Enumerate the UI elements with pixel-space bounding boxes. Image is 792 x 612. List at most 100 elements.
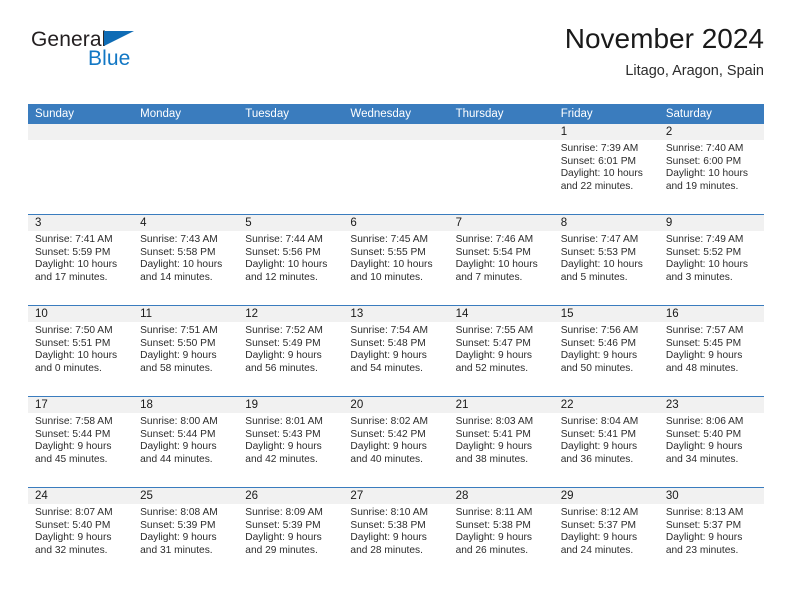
calendar-day-cell[interactable]: 17 Sunrise: 7:58 AM Sunset: 5:44 PM Dayligh… xyxy=(28,396,134,488)
calendar-day-cell[interactable] xyxy=(343,124,449,215)
daylight-text: Daylight: 10 hours and 12 minutes. xyxy=(245,259,328,283)
daylight-text: Daylight: 9 hours and 28 minutes. xyxy=(350,532,427,556)
day-number: 23 xyxy=(658,397,764,413)
day-cell-content: 19 Sunrise: 8:01 AM Sunset: 5:43 PM Dayligh… xyxy=(238,397,344,487)
weekday-header-thursday: Thursday xyxy=(448,104,554,124)
day-number xyxy=(28,124,134,140)
calendar-day-cell[interactable]: 12 Sunrise: 7:52 AM Sunset: 5:49 PM Dayligh… xyxy=(238,305,344,397)
day-cell-content: 6 Sunrise: 7:45 AM Sunset: 5:55 PM Daylight… xyxy=(343,215,449,305)
general-blue-logo[interactable]: General Blue xyxy=(28,28,158,80)
sunset-text: Sunset: 5:48 PM xyxy=(350,337,426,349)
page-subtitle: Litago, Aragon, Spain xyxy=(625,63,764,79)
sunset-text: Sunset: 5:49 PM xyxy=(245,337,321,349)
day-number xyxy=(238,124,344,140)
day-cell-content: 3 Sunrise: 7:41 AM Sunset: 5:59 PM Daylight… xyxy=(28,215,134,305)
calendar-day-cell[interactable]: 11 Sunrise: 7:51 AM Sunset: 5:50 PM Dayligh… xyxy=(133,305,239,397)
calendar-day-cell[interactable] xyxy=(133,124,239,215)
daylight-text: Daylight: 10 hours and 0 minutes. xyxy=(35,350,118,374)
calendar-day-cell[interactable]: 19 Sunrise: 8:01 AM Sunset: 5:43 PM Dayligh… xyxy=(238,396,344,488)
calendar-day-cell[interactable] xyxy=(448,124,554,215)
calendar-day-cell[interactable] xyxy=(28,124,134,215)
day-details: Sunrise: 7:56 AM Sunset: 5:46 PM Daylight:… xyxy=(554,322,659,375)
day-cell-content: 11 Sunrise: 7:51 AM Sunset: 5:50 PM Dayligh… xyxy=(133,306,239,396)
calendar-day-cell[interactable]: 30 Sunrise: 8:13 AM Sunset: 5:37 PM Dayligh… xyxy=(658,487,764,578)
calendar-day-cell[interactable]: 1 Sunrise: 7:39 AM Sunset: 6:01 PM Daylight… xyxy=(553,124,659,215)
sunrise-text: Sunrise: 7:49 AM xyxy=(665,234,744,245)
sunset-text: Sunset: 5:53 PM xyxy=(560,246,637,258)
day-cell-content: 5 Sunrise: 7:44 AM Sunset: 5:56 PM Daylight… xyxy=(238,215,344,305)
day-details: Sunrise: 8:11 AM Sunset: 5:38 PM Daylight:… xyxy=(449,504,554,557)
calendar-day-cell[interactable]: 25 Sunrise: 8:08 AM Sunset: 5:39 PM Dayligh… xyxy=(133,487,239,578)
calendar-day-cell[interactable]: 27 Sunrise: 8:10 AM Sunset: 5:38 PM Dayligh… xyxy=(343,487,449,578)
calendar-day-cell[interactable] xyxy=(238,124,344,215)
sunrise-text: Sunrise: 7:57 AM xyxy=(665,325,744,336)
day-cell-content: 2 Sunrise: 7:40 AM Sunset: 6:00 PM Daylight… xyxy=(658,124,764,214)
calendar-day-cell[interactable]: 29 Sunrise: 8:12 AM Sunset: 5:37 PM Dayligh… xyxy=(553,487,659,578)
daylight-text: Daylight: 9 hours and 40 minutes. xyxy=(350,441,427,465)
calendar-day-cell[interactable]: 21 Sunrise: 8:03 AM Sunset: 5:41 PM Dayligh… xyxy=(448,396,554,488)
calendar-day-cell[interactable]: 6 Sunrise: 7:45 AM Sunset: 5:55 PM Daylight… xyxy=(343,214,449,306)
sunrise-text: Sunrise: 7:55 AM xyxy=(455,325,534,336)
day-cell-content: 29 Sunrise: 8:12 AM Sunset: 5:37 PM Dayligh… xyxy=(553,488,659,578)
calendar-day-cell[interactable]: 18 Sunrise: 8:00 AM Sunset: 5:44 PM Dayligh… xyxy=(133,396,239,488)
daylight-text: Daylight: 10 hours and 7 minutes. xyxy=(455,259,538,283)
daylight-text: Daylight: 9 hours and 29 minutes. xyxy=(245,532,322,556)
day-details: Sunrise: 8:09 AM Sunset: 5:39 PM Daylight:… xyxy=(238,504,343,557)
daylight-text: Daylight: 9 hours and 23 minutes. xyxy=(665,532,743,556)
daylight-text: Daylight: 10 hours and 22 minutes. xyxy=(560,168,643,192)
calendar-day-cell[interactable]: 10 Sunrise: 7:50 AM Sunset: 5:51 PM Dayligh… xyxy=(28,305,134,397)
calendar-day-cell[interactable]: 13 Sunrise: 7:54 AM Sunset: 5:48 PM Dayligh… xyxy=(343,305,449,397)
sunset-text: Sunset: 5:41 PM xyxy=(455,428,531,440)
calendar-day-cell[interactable]: 20 Sunrise: 8:02 AM Sunset: 5:42 PM Dayligh… xyxy=(343,396,449,488)
day-cell-content: 4 Sunrise: 7:43 AM Sunset: 5:58 PM Daylight… xyxy=(133,215,239,305)
day-number: 1 xyxy=(553,124,659,140)
calendar-day-cell[interactable]: 3 Sunrise: 7:41 AM Sunset: 5:59 PM Daylight… xyxy=(28,214,134,306)
weekday-header-row: Sunday Monday Tuesday Wednesday Thursday… xyxy=(28,104,764,124)
sunrise-text: Sunrise: 8:03 AM xyxy=(455,416,534,427)
calendar-day-cell[interactable]: 14 Sunrise: 7:55 AM Sunset: 5:47 PM Dayligh… xyxy=(448,305,554,397)
calendar-day-cell[interactable]: 9 Sunrise: 7:49 AM Sunset: 5:52 PM Daylight… xyxy=(658,214,764,306)
sunrise-text: Sunrise: 8:02 AM xyxy=(350,416,429,427)
day-details: Sunrise: 7:43 AM Sunset: 5:58 PM Daylight:… xyxy=(133,231,238,284)
day-number: 10 xyxy=(28,306,134,322)
calendar-day-cell[interactable]: 7 Sunrise: 7:46 AM Sunset: 5:54 PM Daylight… xyxy=(448,214,554,306)
day-number: 3 xyxy=(28,215,134,231)
calendar-week-row: 10 Sunrise: 7:50 AM Sunset: 5:51 PM Dayligh… xyxy=(28,305,764,397)
day-details: Sunrise: 8:02 AM Sunset: 5:42 PM Daylight:… xyxy=(343,413,448,466)
sunrise-text: Sunrise: 7:54 AM xyxy=(350,325,429,336)
sunrise-text: Sunrise: 8:01 AM xyxy=(245,416,323,427)
sunrise-text: Sunrise: 7:45 AM xyxy=(350,234,429,245)
calendar-day-cell[interactable]: 2 Sunrise: 7:40 AM Sunset: 6:00 PM Daylight… xyxy=(658,124,764,215)
day-number: 16 xyxy=(658,306,764,322)
sunrise-text: Sunrise: 8:06 AM xyxy=(665,416,744,427)
sunset-text: Sunset: 5:41 PM xyxy=(560,428,637,440)
calendar-day-cell[interactable]: 22 Sunrise: 8:04 AM Sunset: 5:41 PM Dayligh… xyxy=(553,396,659,488)
calendar-day-cell[interactable]: 23 Sunrise: 8:06 AM Sunset: 5:40 PM Dayligh… xyxy=(658,396,764,488)
day-details: Sunrise: 8:04 AM Sunset: 5:41 PM Daylight:… xyxy=(554,413,659,466)
day-number: 15 xyxy=(553,306,659,322)
day-details: Sunrise: 7:52 AM Sunset: 5:49 PM Daylight:… xyxy=(238,322,343,375)
day-details: Sunrise: 7:58 AM Sunset: 5:44 PM Daylight:… xyxy=(28,413,133,466)
day-details: Sunrise: 8:10 AM Sunset: 5:38 PM Daylight:… xyxy=(343,504,448,557)
calendar-day-cell[interactable]: 16 Sunrise: 7:57 AM Sunset: 5:45 PM Dayligh… xyxy=(658,305,764,397)
day-number: 2 xyxy=(658,124,764,140)
calendar-day-cell[interactable]: 28 Sunrise: 8:11 AM Sunset: 5:38 PM Dayligh… xyxy=(448,487,554,578)
day-details: Sunrise: 7:49 AM Sunset: 5:52 PM Daylight:… xyxy=(659,231,764,284)
calendar-day-cell[interactable]: 5 Sunrise: 7:44 AM Sunset: 5:56 PM Daylight… xyxy=(238,214,344,306)
calendar-day-cell[interactable]: 26 Sunrise: 8:09 AM Sunset: 5:39 PM Dayligh… xyxy=(238,487,344,578)
day-details: Sunrise: 7:45 AM Sunset: 5:55 PM Daylight:… xyxy=(343,231,448,284)
day-cell-content: 30 Sunrise: 8:13 AM Sunset: 5:37 PM Dayligh… xyxy=(658,488,764,578)
calendar-day-cell[interactable]: 4 Sunrise: 7:43 AM Sunset: 5:58 PM Daylight… xyxy=(133,214,239,306)
calendar-day-cell[interactable]: 15 Sunrise: 7:56 AM Sunset: 5:46 PM Dayligh… xyxy=(553,305,659,397)
weekday-header-wednesday: Wednesday xyxy=(343,104,449,124)
sunrise-text: Sunrise: 8:09 AM xyxy=(245,507,323,518)
day-cell-content: 14 Sunrise: 7:55 AM Sunset: 5:47 PM Dayligh… xyxy=(448,306,554,396)
calendar-page: General Blue November 2024 Litago, Arago… xyxy=(0,0,792,612)
calendar-day-cell[interactable]: 24 Sunrise: 8:07 AM Sunset: 5:40 PM Dayligh… xyxy=(28,487,134,578)
day-cell-content: 15 Sunrise: 7:56 AM Sunset: 5:46 PM Dayligh… xyxy=(553,306,659,396)
day-cell-content: 28 Sunrise: 8:11 AM Sunset: 5:38 PM Dayligh… xyxy=(448,488,554,578)
day-details: Sunrise: 8:12 AM Sunset: 5:37 PM Daylight:… xyxy=(554,504,659,557)
logo-triangle-icon xyxy=(104,31,134,46)
calendar-day-cell[interactable]: 8 Sunrise: 7:47 AM Sunset: 5:53 PM Daylight… xyxy=(553,214,659,306)
day-cell-content xyxy=(343,124,449,214)
